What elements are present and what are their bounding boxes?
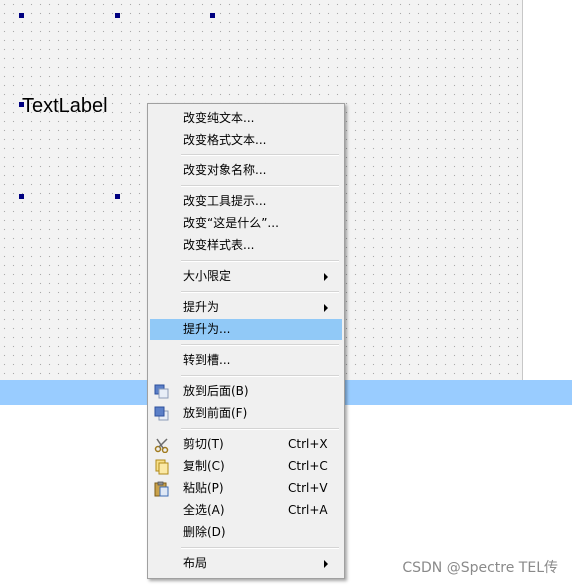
- scissors-icon: [154, 437, 170, 454]
- menu-item-promote-to[interactable]: 提升为...: [150, 319, 342, 340]
- paste-icon: [154, 481, 170, 497]
- menu-item-go-to-slot[interactable]: 转到槽...: [150, 350, 342, 371]
- menu-item-layout[interactable]: 布局: [150, 553, 342, 574]
- menu-item-label: 改变工具提示...: [183, 194, 267, 208]
- selection-handle[interactable]: [115, 194, 120, 199]
- menu-item-copy[interactable]: 复制(C) Ctrl+C: [150, 456, 342, 477]
- menu-item-change-rich-text[interactable]: 改变格式文本...: [150, 130, 342, 151]
- selection-handle[interactable]: [19, 194, 24, 199]
- menu-item-label: 粘贴(P): [183, 481, 224, 495]
- menu-item-label: 布局: [183, 556, 208, 570]
- submenu-arrow-icon: [324, 560, 328, 568]
- watermark: CSDN @Spectre TEL传: [402, 560, 558, 576]
- menu-separator: [181, 154, 339, 156]
- menu-item-select-all[interactable]: 全选(A) Ctrl+A: [150, 500, 342, 521]
- bring-to-front-icon: [154, 406, 170, 422]
- canvas-border: [522, 0, 523, 380]
- menu-item-label: 删除(D): [183, 525, 226, 539]
- menu-item-change-plain-text[interactable]: 改变纯文本...: [150, 108, 342, 129]
- menu-item-change-whats-this[interactable]: 改变“这是什么”...: [150, 213, 342, 234]
- menu-item-label: 大小限定: [183, 269, 232, 283]
- menu-item-label: 改变纯文本...: [183, 111, 255, 125]
- menu-separator: [181, 547, 339, 549]
- menu-item-label: 复制(C): [183, 459, 225, 473]
- menu-item-label: 改变对象名称...: [183, 163, 267, 177]
- menu-item-change-tooltip[interactable]: 改变工具提示...: [150, 191, 342, 212]
- menu-item-label: 转到槽...: [183, 353, 231, 367]
- menu-separator: [181, 260, 339, 262]
- menu-item-label: 改变样式表...: [183, 238, 255, 252]
- copy-icon: [154, 459, 170, 475]
- menu-item-promote-to-submenu[interactable]: 提升为: [150, 297, 342, 318]
- send-to-back-icon: [154, 384, 170, 400]
- menu-item-label: 提升为: [183, 300, 220, 314]
- selection-handle[interactable]: [115, 13, 120, 18]
- menu-item-bring-to-front[interactable]: 放到前面(F): [150, 403, 342, 424]
- menu-separator: [181, 344, 339, 346]
- menu-separator: [181, 291, 339, 293]
- menu-item-cut[interactable]: 剪切(T) Ctrl+X: [150, 434, 342, 455]
- menu-item-label: 放到前面(F): [183, 406, 248, 420]
- menu-item-change-stylesheet[interactable]: 改变样式表...: [150, 235, 342, 256]
- menu-item-shortcut: Ctrl+C: [288, 459, 328, 473]
- menu-item-label: 改变“这是什么”...: [183, 216, 279, 230]
- menu-item-label: 改变格式文本...: [183, 133, 267, 147]
- menu-separator: [181, 375, 339, 377]
- menu-item-label: 提升为...: [183, 322, 231, 336]
- text-label-widget[interactable]: TextLabel: [22, 93, 108, 119]
- menu-item-shortcut: Ctrl+A: [288, 503, 328, 517]
- menu-item-label: 剪切(T): [183, 437, 224, 451]
- submenu-arrow-icon: [324, 273, 328, 281]
- menu-item-change-object-name[interactable]: 改变对象名称...: [150, 160, 342, 181]
- menu-item-paste[interactable]: 粘贴(P) Ctrl+V: [150, 478, 342, 499]
- menu-item-shortcut: Ctrl+X: [288, 437, 328, 451]
- menu-item-size-constraints[interactable]: 大小限定: [150, 266, 342, 287]
- menu-item-send-to-back[interactable]: 放到后面(B): [150, 381, 342, 402]
- selection-handle[interactable]: [19, 13, 24, 18]
- menu-separator: [181, 185, 339, 187]
- context-menu: 改变纯文本... 改变格式文本... 改变对象名称... 改变工具提示... 改…: [147, 103, 345, 579]
- menu-separator: [181, 428, 339, 430]
- menu-item-delete[interactable]: 删除(D): [150, 522, 342, 543]
- submenu-arrow-icon: [324, 304, 328, 312]
- menu-item-shortcut: Ctrl+V: [288, 481, 328, 495]
- menu-item-label: 放到后面(B): [183, 384, 249, 398]
- selection-handle[interactable]: [210, 13, 215, 18]
- menu-item-label: 全选(A): [183, 503, 225, 517]
